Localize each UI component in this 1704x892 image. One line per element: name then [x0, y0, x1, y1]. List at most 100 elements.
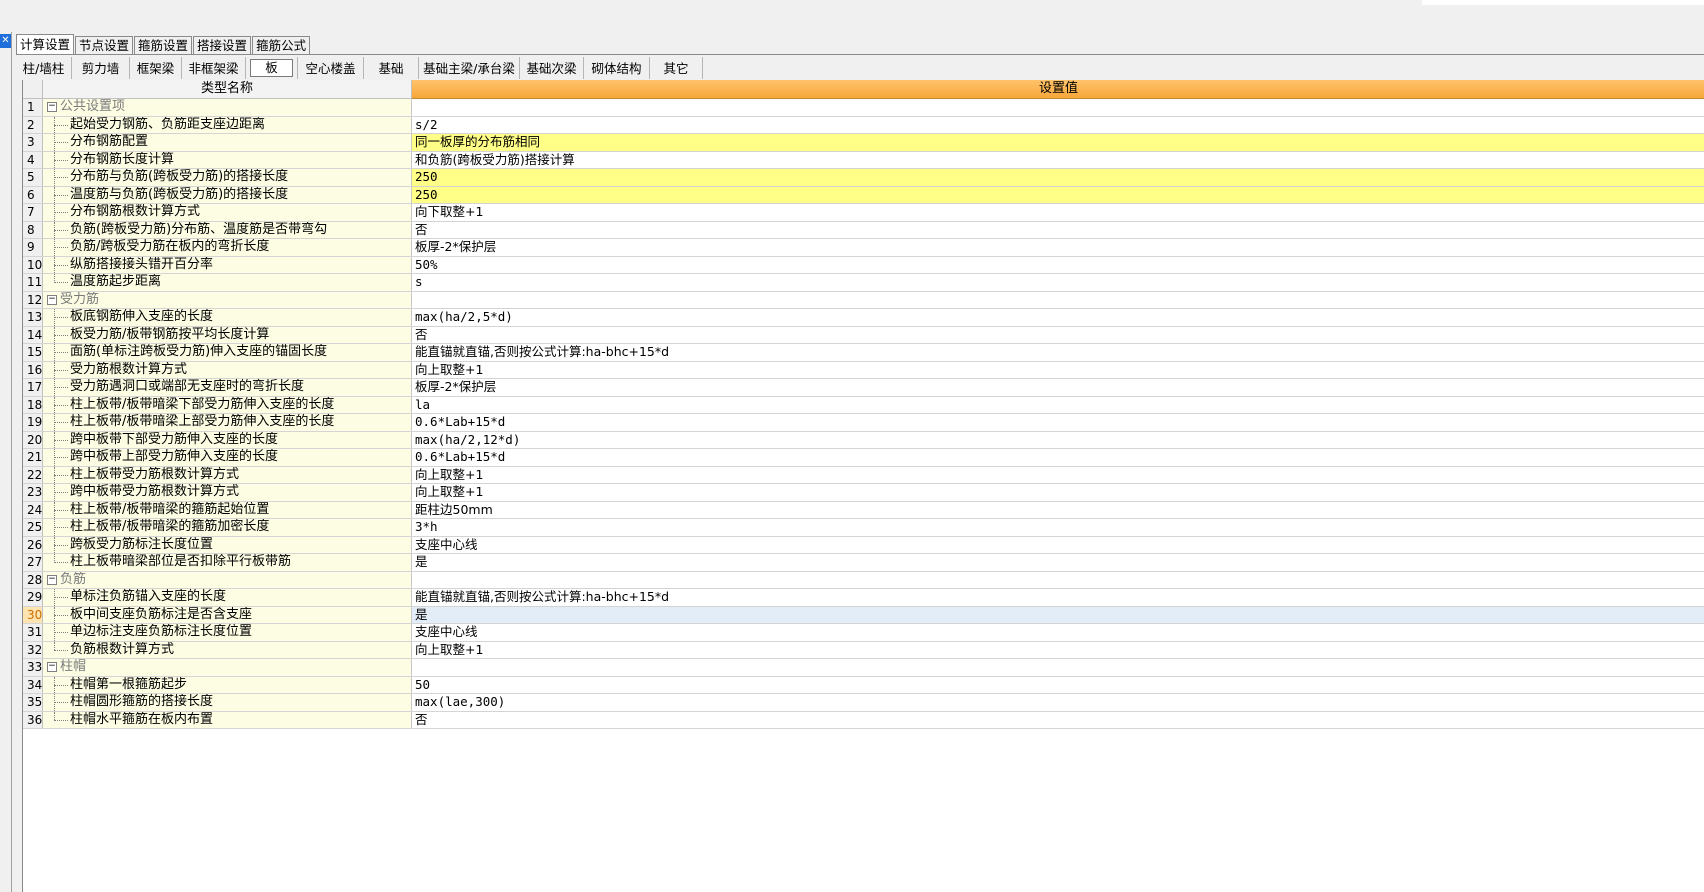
toolbar-button-1[interactable]: 剪力墙	[72, 56, 130, 79]
toolbar-button-2[interactable]: 框架梁	[130, 56, 182, 79]
setting-value-cell[interactable]: s	[412, 274, 1704, 291]
setting-value-cell[interactable]: 0.6*Lab+15*d	[412, 449, 1704, 466]
setting-value-cell[interactable]: 向上取整+1	[412, 467, 1704, 484]
minus-box-icon[interactable]: −	[47, 294, 57, 305]
setting-value-cell[interactable]: 能直锚就直锚,否则按公式计算:ha-bhc+15*d	[412, 344, 1704, 361]
setting-value-cell[interactable]: max(lae,300)	[412, 694, 1704, 711]
minus-box-icon[interactable]: −	[47, 662, 57, 672]
tab-2[interactable]: 箍筋设置	[134, 36, 193, 54]
minus-box-icon[interactable]: −	[47, 574, 57, 585]
setting-value-cell[interactable]	[412, 659, 1704, 676]
table-row[interactable]: 29 单标注负筋锚入支座的长度 能直锚就直锚,否则按公式计算:ha-bhc+15*d	[23, 589, 1704, 607]
table-row[interactable]: 22 柱上板带受力筋根数计算方式 向上取整+1	[23, 466, 1704, 484]
table-row[interactable]: 34 柱帽第一根箍筋起步 50	[23, 676, 1704, 694]
setting-value-cell[interactable]: s/2	[412, 117, 1704, 134]
setting-value-cell[interactable]: 向下取整+1	[412, 204, 1704, 221]
setting-value-cell[interactable]: 是	[412, 606, 1704, 623]
setting-value-cell[interactable]: max(ha/2,5*d)	[412, 309, 1704, 326]
setting-value-cell[interactable]: max(ha/2,12*d)	[412, 432, 1704, 449]
setting-value-cell[interactable]: 能直锚就直锚,否则按公式计算:ha-bhc+15*d	[412, 589, 1704, 606]
table-row[interactable]: 20 跨中板带下部受力筋伸入支座的长度 max(ha/2,12*d)	[23, 431, 1704, 449]
setting-value-cell[interactable]: 250	[412, 169, 1704, 186]
toolbar-button-0[interactable]: 柱/墙柱	[16, 56, 72, 79]
setting-value-cell[interactable]: 和负筋(跨板受力筋)搭接计算	[412, 152, 1704, 169]
toolbar-button-8[interactable]: 基础次梁	[520, 56, 584, 79]
table-row[interactable]: 23 跨中板带受力筋根数计算方式 向上取整+1	[23, 484, 1704, 502]
table-row[interactable]: 24 柱上板带/板带暗梁的箍筋起始位置 距柱边50mm	[23, 501, 1704, 519]
table-row[interactable]: 36 柱帽水平箍筋在板内布置 否	[23, 711, 1704, 729]
group-row[interactable]: 28− 负筋	[23, 571, 1704, 589]
table-row[interactable]: 2 起始受力钢筋、负筋距支座边距离 s/2	[23, 116, 1704, 134]
table-row[interactable]: 15 面筋(单标注跨板受力筋)伸入支座的锚固长度 能直锚就直锚,否则按公式计算:ha…	[23, 344, 1704, 362]
toolbar-button-4[interactable]: 板	[246, 56, 298, 79]
table-row[interactable]: 10 纵筋搭接接头错开百分率 50%	[23, 256, 1704, 274]
table-row[interactable]: 32 负筋根数计算方式 向上取整+1	[23, 641, 1704, 659]
toolbar-button-9[interactable]: 砌体结构	[584, 56, 650, 79]
tab-1[interactable]: 节点设置	[75, 36, 134, 54]
setting-value-cell[interactable]: 0.6*Lab+15*d	[412, 414, 1704, 431]
group-row[interactable]: 33− 柱帽	[23, 659, 1704, 677]
setting-value-cell[interactable]: 向上取整+1	[412, 362, 1704, 379]
setting-value-cell[interactable]: 板厚-2*保护层	[412, 379, 1704, 396]
table-row[interactable]: 19 柱上板带/板带暗梁上部受力筋伸入支座的长度 0.6*Lab+15*d	[23, 414, 1704, 432]
setting-value-cell[interactable]	[412, 292, 1704, 309]
table-row[interactable]: 16 受力筋根数计算方式 向上取整+1	[23, 361, 1704, 379]
item-label: 受力筋遇洞口或端部无支座时的弯折长度	[70, 379, 305, 394]
toolbar-button-6[interactable]: 基础	[364, 56, 419, 79]
setting-value-cell[interactable]: 3*h	[412, 519, 1704, 536]
minus-box-icon[interactable]: −	[47, 102, 57, 112]
table-row[interactable]: 21 跨中板带上部受力筋伸入支座的长度 0.6*Lab+15*d	[23, 449, 1704, 467]
toolbar-button-3[interactable]: 非框架梁	[182, 56, 246, 79]
setting-value-cell[interactable]: 距柱边50mm	[412, 502, 1704, 519]
setting-value-cell[interactable]: 否	[412, 712, 1704, 729]
setting-value-cell[interactable]: 是	[412, 554, 1704, 571]
table-row[interactable]: 11 温度筋起步距离 s	[23, 274, 1704, 292]
setting-value-cell[interactable]: 向上取整+1	[412, 484, 1704, 501]
setting-value-cell[interactable]: la	[412, 397, 1704, 414]
tree-branch	[54, 684, 68, 686]
setting-value-cell[interactable]: 板厚-2*保护层	[412, 239, 1704, 256]
tab-3[interactable]: 搭接设置	[193, 36, 252, 54]
table-row[interactable]: 17 受力筋遇洞口或端部无支座时的弯折长度 板厚-2*保护层	[23, 379, 1704, 397]
table-row[interactable]: 6 温度筋与负筋(跨板受力筋)的搭接长度 250	[23, 186, 1704, 204]
table-row[interactable]: 5 分布筋与负筋(跨板受力筋)的搭接长度 250	[23, 169, 1704, 187]
setting-value-cell[interactable]: 向上取整+1	[412, 642, 1704, 659]
setting-value-cell[interactable]: 同一板厚的分布筋相同	[412, 134, 1704, 151]
table-row[interactable]: 18 柱上板带/板带暗梁下部受力筋伸入支座的长度 la	[23, 396, 1704, 414]
table-row[interactable]: 9 负筋/跨板受力筋在板内的弯折长度 板厚-2*保护层	[23, 239, 1704, 257]
table-row[interactable]: 27 柱上板带暗梁部位是否扣除平行板带筋 是	[23, 554, 1704, 572]
table-row[interactable]: 25 柱上板带/板带暗梁的箍筋加密长度 3*h	[23, 519, 1704, 537]
table-row[interactable]: 14 板受力筋/板带钢筋按平均长度计算 否	[23, 326, 1704, 344]
tab-0[interactable]: 计算设置	[16, 34, 75, 55]
toolbar-button-5[interactable]: 空心楼盖	[298, 56, 364, 79]
table-row[interactable]: 4 分布钢筋长度计算 和负筋(跨板受力筋)搭接计算	[23, 151, 1704, 169]
setting-value-cell[interactable]: 50	[412, 677, 1704, 694]
table-row[interactable]: 31 单边标注支座负筋标注长度位置 支座中心线	[23, 624, 1704, 642]
row-number: 35	[23, 694, 43, 711]
group-row[interactable]: 12− 受力筋	[23, 291, 1704, 309]
close-icon[interactable]: ✕	[0, 34, 11, 48]
table-row[interactable]: 8 负筋(跨板受力筋)分布筋、温度筋是否带弯勾 否	[23, 221, 1704, 239]
table-row[interactable]: 26 跨板受力筋标注长度位置 支座中心线	[23, 536, 1704, 554]
type-name-cell: 跨中板带受力筋根数计算方式	[43, 484, 412, 501]
table-row[interactable]: 30 板中间支座负筋标注是否含支座 是	[23, 606, 1704, 624]
table-row[interactable]: 3 分布钢筋配置 同一板厚的分布筋相同	[23, 134, 1704, 152]
setting-value-cell[interactable]: 50%	[412, 257, 1704, 274]
setting-value-cell[interactable]: 支座中心线	[412, 624, 1704, 641]
setting-value-cell[interactable]: 否	[412, 222, 1704, 239]
item-label: 跨中板带上部受力筋伸入支座的长度	[70, 449, 279, 464]
group-row[interactable]: 1− 公共设置项	[23, 99, 1704, 117]
toolbar-button-7[interactable]: 基础主梁/承台梁	[419, 56, 520, 79]
setting-value-cell[interactable]	[412, 99, 1704, 116]
setting-value-cell[interactable]: 250	[412, 186, 1704, 203]
setting-value-cell[interactable]	[412, 572, 1704, 589]
tab-4[interactable]: 箍筋公式	[252, 36, 311, 54]
tree-branch	[54, 492, 68, 493]
toolbar-button-10[interactable]: 其它	[650, 56, 703, 79]
setting-value-cell[interactable]: 否	[412, 327, 1704, 344]
setting-value-cell[interactable]: 支座中心线	[412, 537, 1704, 554]
table-row[interactable]: 13 板底钢筋伸入支座的长度 max(ha/2,5*d)	[23, 309, 1704, 327]
table-row[interactable]: 35 柱帽圆形箍筋的搭接长度 max(lae,300)	[23, 694, 1704, 712]
type-name-cell: 柱上板带/板带暗梁下部受力筋伸入支座的长度	[43, 396, 412, 413]
table-row[interactable]: 7 分布钢筋根数计算方式 向下取整+1	[23, 204, 1704, 222]
